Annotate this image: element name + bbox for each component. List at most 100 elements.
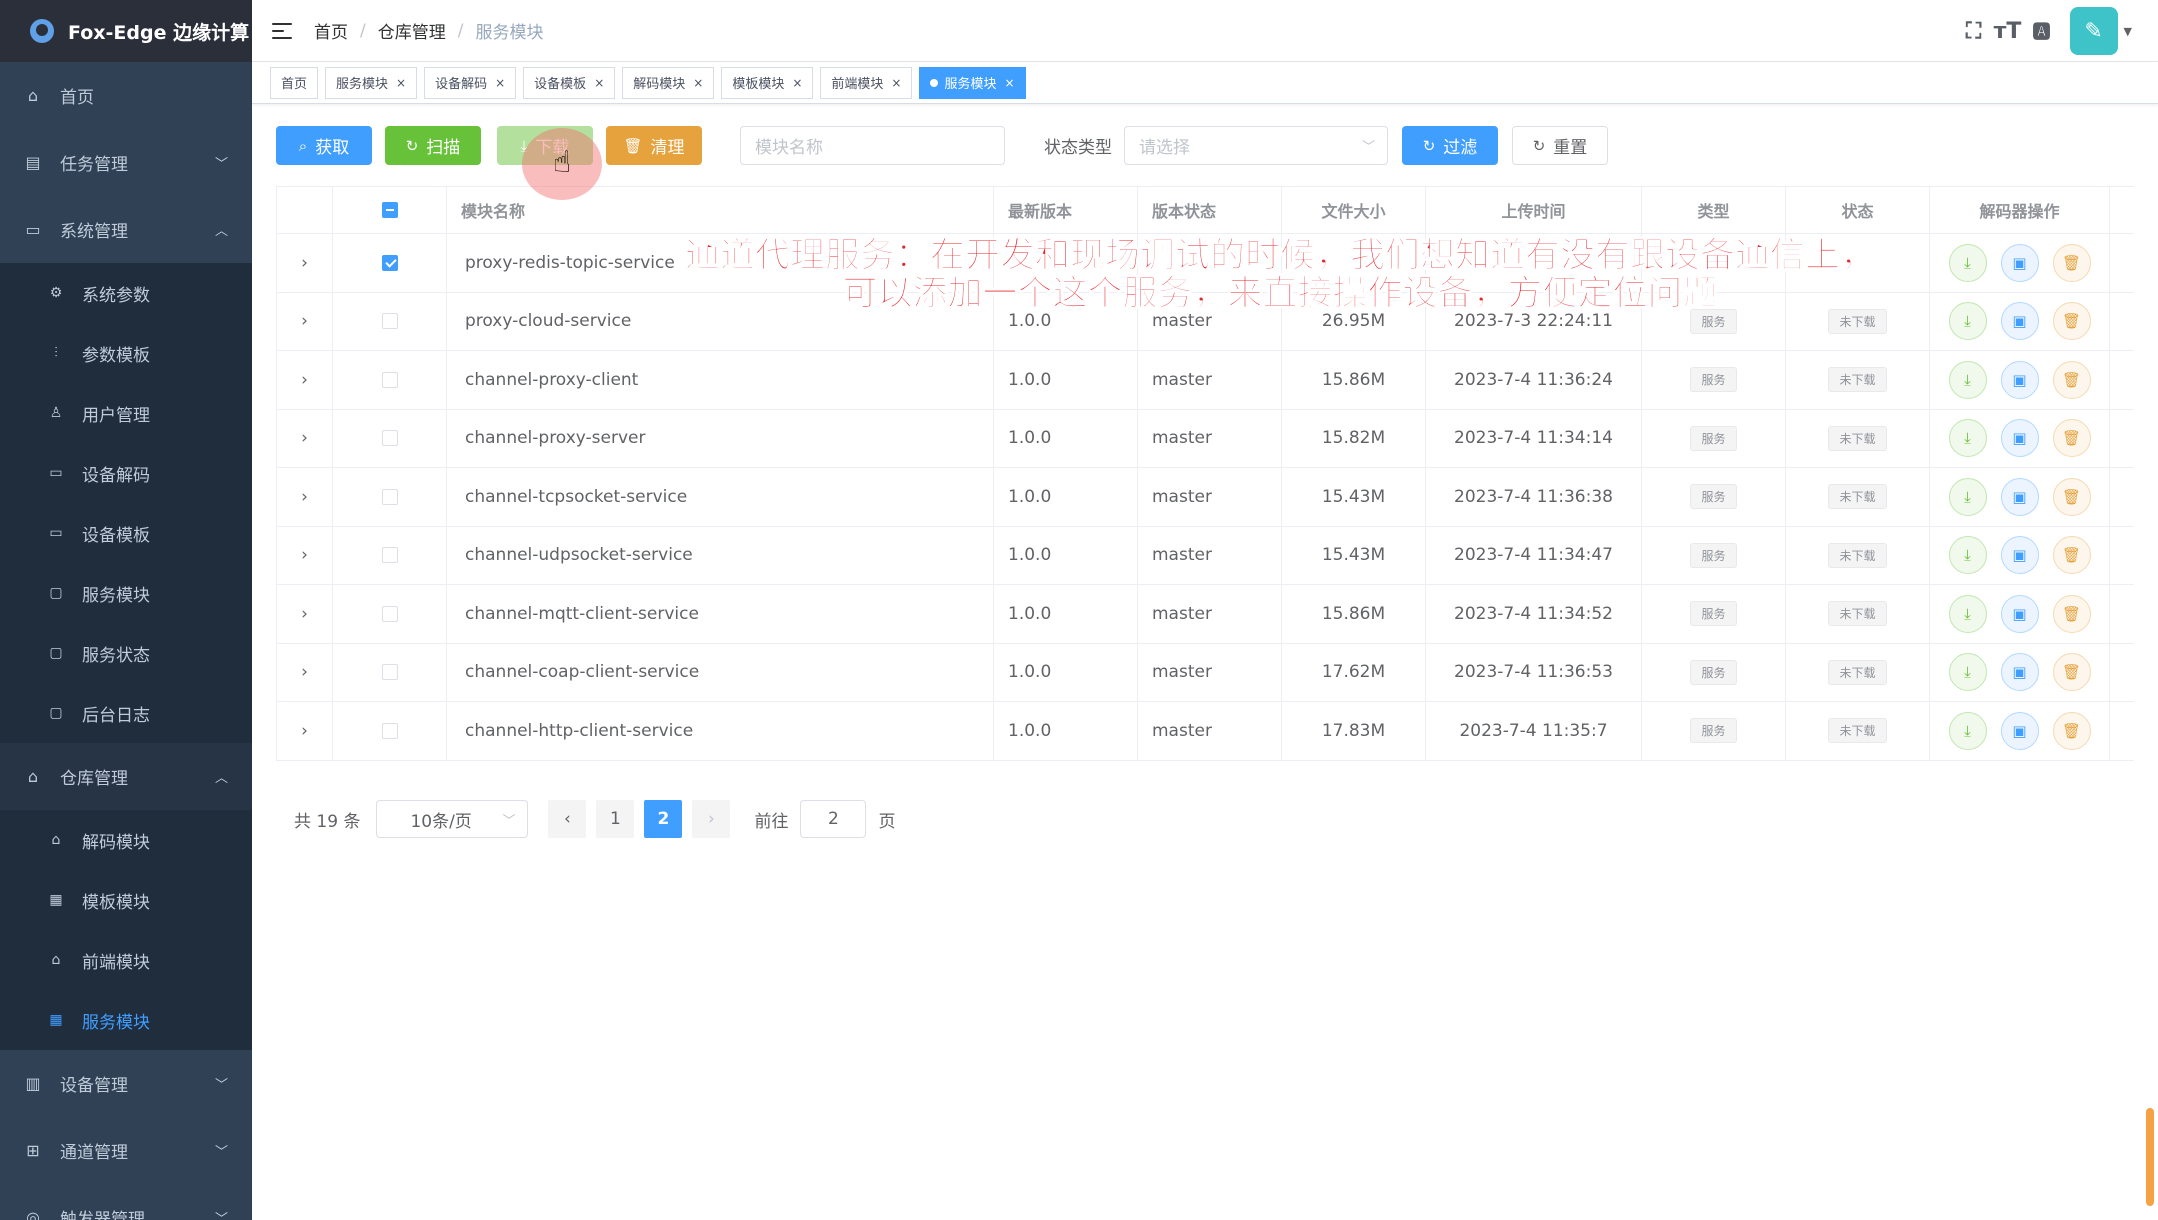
row-checkbox[interactable] bbox=[381, 547, 398, 564]
sidebar-item-device-template[interactable]: ▭ 设备模板 bbox=[0, 503, 252, 563]
row-checkbox[interactable] bbox=[381, 488, 398, 505]
row-checkbox[interactable] bbox=[381, 430, 398, 447]
trash-icon[interactable]: 🗑 bbox=[2052, 653, 2091, 692]
clear-button[interactable]: 🗑 清理 bbox=[606, 126, 702, 165]
hamburger-icon[interactable] bbox=[272, 22, 294, 40]
trash-icon[interactable]: 🗑 bbox=[2052, 536, 2091, 575]
sidebar-item-backend-log[interactable]: ▢ 后台日志 bbox=[0, 683, 252, 743]
download-icon[interactable]: ⤓ bbox=[1948, 536, 1987, 575]
tag-item[interactable]: 解码模块 × bbox=[622, 66, 715, 99]
language-icon[interactable]: 🅰 bbox=[2026, 18, 2058, 44]
save-icon[interactable]: ▣ bbox=[2000, 536, 2039, 575]
close-icon[interactable]: × bbox=[495, 76, 505, 90]
close-icon[interactable]: × bbox=[396, 76, 406, 90]
sidebar-item-service-module-active[interactable]: ▦ 服务模块 bbox=[0, 990, 252, 1050]
tag-active[interactable]: 服务模块 × bbox=[919, 66, 1026, 99]
sidebar-item-param-template[interactable]: ⫶ 参数模板 bbox=[0, 323, 252, 383]
font-size-icon[interactable]: ᴛT bbox=[1992, 19, 2024, 44]
row-checkbox[interactable] bbox=[381, 313, 398, 330]
save-icon[interactable]: ▣ bbox=[2000, 302, 2039, 341]
next-page-button[interactable]: › bbox=[692, 800, 731, 838]
row-checkbox[interactable] bbox=[381, 722, 398, 739]
page-1-button[interactable]: 1 bbox=[596, 800, 635, 838]
menu-channel[interactable]: ⊞ 通道管理 ﹀ bbox=[0, 1117, 252, 1184]
status-type-select[interactable]: 请选择 ﹀ bbox=[1124, 126, 1388, 165]
menu-repo[interactable]: ⌂ 仓库管理 ︿ bbox=[0, 743, 252, 810]
scrollbar-thumb[interactable] bbox=[2146, 1108, 2154, 1206]
breadcrumb-repo[interactable]: 仓库管理 bbox=[378, 18, 446, 43]
download-icon[interactable]: ⤓ bbox=[1948, 477, 1987, 516]
chevron-right-icon[interactable]: › bbox=[301, 604, 308, 624]
tag-home[interactable]: 首页 bbox=[270, 66, 319, 99]
chevron-right-icon[interactable]: › bbox=[301, 311, 308, 331]
save-icon[interactable]: ▣ bbox=[2000, 653, 2039, 692]
row-checkbox[interactable] bbox=[381, 254, 398, 271]
chevron-right-icon[interactable]: › bbox=[301, 487, 308, 507]
trash-icon[interactable]: 🗑 bbox=[2052, 302, 2091, 341]
close-icon[interactable]: × bbox=[693, 76, 703, 90]
chevron-right-icon[interactable]: › bbox=[301, 370, 308, 390]
module-name-input[interactable]: 模块名称 bbox=[740, 126, 1005, 165]
breadcrumb-home[interactable]: 首页 bbox=[314, 18, 348, 43]
filter-button[interactable]: ↻ 过滤 bbox=[1402, 126, 1498, 165]
sidebar-item-system-params[interactable]: ⚙ 系统参数 bbox=[0, 263, 252, 323]
download-icon[interactable]: ⤓ bbox=[1948, 594, 1987, 633]
avatar[interactable]: ✎ bbox=[2069, 7, 2118, 55]
sidebar-item-service-module[interactable]: ▢ 服务模块 bbox=[0, 563, 252, 623]
trash-icon[interactable]: 🗑 bbox=[2052, 360, 2091, 399]
tag-item[interactable]: 设备模板 × bbox=[523, 66, 616, 99]
row-checkbox[interactable] bbox=[381, 664, 398, 681]
menu-trigger[interactable]: ◎ 触发器管理 ﹀ bbox=[0, 1184, 252, 1220]
app-logo[interactable]: Fox-Edge 边缘计算 bbox=[0, 0, 252, 62]
save-icon[interactable]: ▣ bbox=[2000, 243, 2039, 282]
sidebar-item-users[interactable]: ♙ 用户管理 bbox=[0, 383, 252, 443]
sidebar-item-frontend-module[interactable]: ⌂ 前端模块 bbox=[0, 930, 252, 990]
save-icon[interactable]: ▣ bbox=[2000, 594, 2039, 633]
save-icon[interactable]: ▣ bbox=[2000, 477, 2039, 516]
download-icon[interactable]: ⤓ bbox=[1948, 360, 1987, 399]
chevron-right-icon[interactable]: › bbox=[301, 662, 308, 682]
tag-item[interactable]: 模板模块 × bbox=[721, 66, 814, 99]
sidebar-item-decode-module[interactable]: ⌂ 解码模块 bbox=[0, 810, 252, 870]
tag-item[interactable]: 前端模块 × bbox=[820, 66, 913, 99]
sidebar-item-service-status[interactable]: ▢ 服务状态 bbox=[0, 623, 252, 683]
close-icon[interactable]: × bbox=[594, 76, 604, 90]
row-checkbox[interactable] bbox=[381, 605, 398, 622]
tag-item[interactable]: 服务模块 × bbox=[325, 66, 418, 99]
menu-device[interactable]: ▥ 设备管理 ﹀ bbox=[0, 1050, 252, 1117]
menu-system[interactable]: ▭ 系统管理 ︿ bbox=[0, 196, 252, 263]
chevron-right-icon[interactable]: › bbox=[301, 545, 308, 565]
close-icon[interactable]: × bbox=[1005, 76, 1015, 90]
tag-item[interactable]: 设备解码 × bbox=[424, 66, 517, 99]
trash-icon[interactable]: 🗑 bbox=[2052, 711, 2091, 750]
trash-icon[interactable]: 🗑 bbox=[2052, 594, 2091, 633]
scan-button[interactable]: ↻ 扫描 bbox=[385, 126, 481, 165]
download-icon[interactable]: ⤓ bbox=[1948, 653, 1987, 692]
reset-button[interactable]: ↻ 重置 bbox=[1512, 126, 1608, 165]
download-icon[interactable]: ⤓ bbox=[1948, 419, 1987, 458]
page-2-button[interactable]: 2 bbox=[644, 800, 683, 838]
select-all-checkbox[interactable] bbox=[381, 202, 398, 218]
chevron-right-icon[interactable]: › bbox=[301, 253, 308, 273]
save-icon[interactable]: ▣ bbox=[2000, 711, 2039, 750]
row-checkbox[interactable] bbox=[381, 371, 398, 388]
sidebar-item-template-module[interactable]: ▦ 模板模块 bbox=[0, 870, 252, 930]
trash-icon[interactable]: 🗑 bbox=[2052, 419, 2091, 458]
menu-task[interactable]: ▤ 任务管理 ﹀ bbox=[0, 129, 252, 196]
chevron-right-icon[interactable]: › bbox=[301, 428, 308, 448]
fetch-button[interactable]: ⌕ 获取 bbox=[276, 126, 372, 165]
goto-page-input[interactable]: 2 bbox=[800, 800, 867, 838]
save-icon[interactable]: ▣ bbox=[2000, 419, 2039, 458]
trash-icon[interactable]: 🗑 bbox=[2052, 243, 2091, 282]
sidebar-item-device-decode[interactable]: ▭ 设备解码 bbox=[0, 443, 252, 503]
close-icon[interactable]: × bbox=[792, 76, 802, 90]
menu-home[interactable]: ⌂ 首页 bbox=[0, 62, 252, 129]
prev-page-button[interactable]: ‹ bbox=[548, 800, 587, 838]
trash-icon[interactable]: 🗑 bbox=[2052, 477, 2091, 516]
chevron-right-icon[interactable]: › bbox=[301, 721, 308, 741]
page-size-select[interactable]: 10条/页 ﹀ bbox=[376, 800, 529, 838]
download-icon[interactable]: ⤓ bbox=[1948, 711, 1987, 750]
fullscreen-icon[interactable]: ⛶ bbox=[1958, 19, 1990, 44]
close-icon[interactable]: × bbox=[891, 76, 901, 90]
caret-down-icon[interactable]: ▼ bbox=[2124, 25, 2132, 38]
